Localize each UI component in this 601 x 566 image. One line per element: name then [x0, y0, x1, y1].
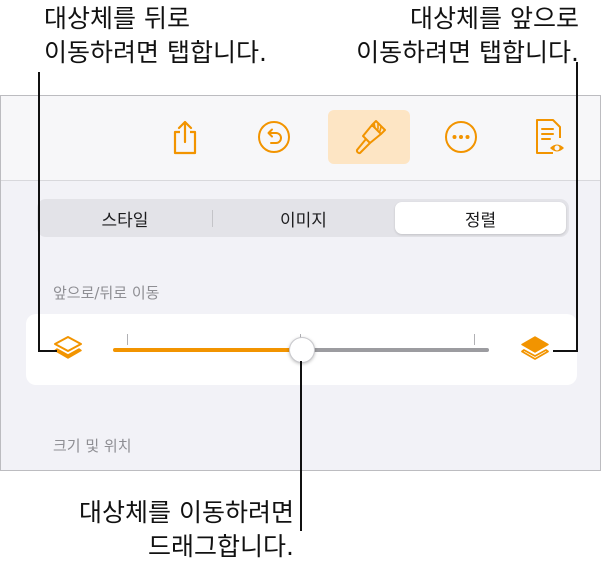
callout-drag-line-1: 대상체를 이동하려면	[79, 498, 294, 527]
share-button[interactable]	[158, 110, 212, 164]
tab-style[interactable]: 스타일	[40, 202, 210, 234]
bring-forward-icon	[521, 336, 549, 360]
tab-divider	[212, 210, 213, 227]
callout-send-backward: 대상체를 뒤로 이동하려면 탭합니다.	[44, 2, 267, 70]
callout-drag-line-2: 드래그합니다.	[148, 532, 294, 561]
leader-line-send-backward	[38, 72, 40, 352]
leader-line-bring-forward-tip	[553, 350, 577, 352]
undo-icon	[258, 121, 290, 153]
callout-bring-forward: 대상체를 앞으로 이동하려면 탭합니다.	[356, 2, 579, 70]
more-icon	[445, 121, 477, 153]
tab-arrange[interactable]: 정렬	[395, 202, 566, 234]
bring-forward-button[interactable]	[519, 335, 551, 365]
undo-button[interactable]	[247, 110, 301, 164]
reading-view-button[interactable]	[523, 110, 577, 164]
section-label-move-forward-backward: 앞으로/뒤로 이동	[53, 284, 160, 302]
format-button[interactable]	[328, 110, 410, 164]
slider-tick-end	[474, 334, 475, 345]
callout-send-backward-line-1: 대상체를 뒤로	[44, 4, 190, 33]
section-label-size-position: 크기 및 위치	[53, 437, 132, 455]
slider-track-empty	[301, 348, 489, 352]
callout-bring-forward-line-2: 이동하려면 탭합니다.	[356, 38, 579, 67]
tab-image[interactable]: 이미지	[215, 202, 392, 234]
callout-send-backward-line-2: 이동하려면 탭합니다.	[44, 38, 267, 67]
leader-line-bring-forward	[576, 62, 578, 352]
callout-drag: 대상체를 이동하려면 드래그합니다.	[79, 496, 294, 564]
slider-thumb[interactable]	[289, 337, 315, 363]
paintbrush-icon	[355, 120, 386, 155]
leader-line-drag	[300, 361, 302, 531]
leader-line-send-backward-tip	[38, 350, 57, 352]
slider-track-filled	[113, 348, 301, 352]
toolbar	[1, 96, 600, 181]
segmented-control: 스타일 이미지 정렬	[37, 199, 569, 237]
more-button[interactable]	[434, 110, 488, 164]
callout-bring-forward-line-1: 대상체를 앞으로	[410, 4, 579, 33]
slider-tick-start	[127, 334, 128, 345]
reading-view-icon	[536, 119, 564, 154]
share-icon	[173, 120, 197, 155]
